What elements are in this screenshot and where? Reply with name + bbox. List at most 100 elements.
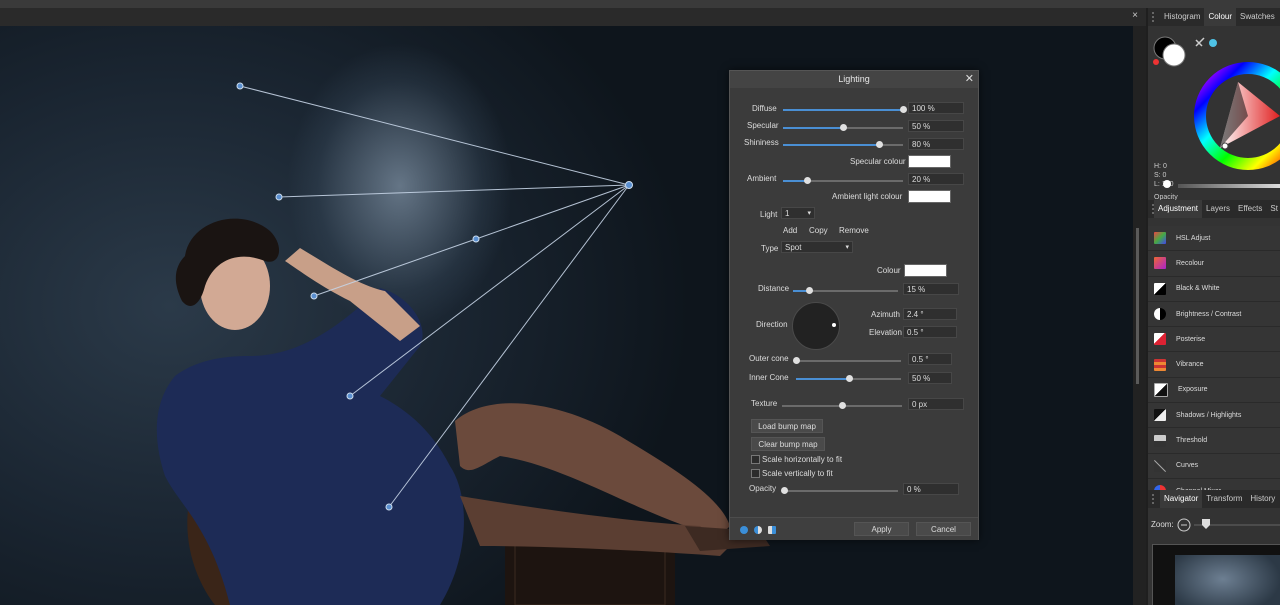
add-light-button[interactable]: Add xyxy=(783,226,797,235)
adjustment-item-black-white[interactable]: Black & White xyxy=(1148,276,1280,302)
tab-styles[interactable]: St xyxy=(1266,200,1280,218)
colour-selector-handle[interactable] xyxy=(1221,142,1229,150)
split-view-icon[interactable] xyxy=(754,526,762,534)
tab-histogram[interactable]: Histogram xyxy=(1160,8,1204,26)
cancel-button[interactable]: Cancel xyxy=(916,522,971,536)
stroke-colour-swatch-icon[interactable] xyxy=(1162,43,1186,67)
load-bump-map-button[interactable]: Load bump map xyxy=(751,419,823,433)
tab-transform[interactable]: Transform xyxy=(1202,490,1246,508)
zoom-slider-knob[interactable] xyxy=(1202,519,1210,529)
inner-cone-slider[interactable] xyxy=(796,375,901,382)
inner-cone-value[interactable]: 50 % xyxy=(908,372,952,384)
clear-bump-map-button[interactable]: Clear bump map xyxy=(751,437,825,451)
tab-adjustment[interactable]: Adjustment xyxy=(1154,200,1203,218)
light-cone-handle[interactable] xyxy=(385,503,393,511)
elevation-value[interactable]: 0.5 ° xyxy=(903,326,957,338)
slider-knob[interactable] xyxy=(805,287,813,294)
light-cone-handle[interactable] xyxy=(472,235,480,243)
outer-cone-value[interactable]: 0.5 ° xyxy=(908,353,952,365)
light-colour-swatch[interactable] xyxy=(904,264,947,277)
panel-grip-icon[interactable] xyxy=(1152,12,1160,22)
adjustment-item-hsl[interactable]: HSL Adjust xyxy=(1148,226,1280,252)
direction-handle[interactable] xyxy=(832,323,836,327)
apply-button[interactable]: Apply xyxy=(854,522,909,536)
slider-knob[interactable] xyxy=(804,177,811,184)
scale-vertical-checkbox[interactable] xyxy=(751,469,760,478)
tab-navigator[interactable]: Navigator xyxy=(1160,490,1203,508)
hue-value: H: 0 xyxy=(1154,163,1167,170)
diffuse-slider[interactable] xyxy=(783,106,907,113)
navigator-thumbnail[interactable] xyxy=(1152,544,1280,605)
distance-slider[interactable] xyxy=(793,287,898,294)
remove-light-button[interactable]: Remove xyxy=(839,226,869,235)
direction-dial[interactable] xyxy=(792,302,840,350)
adjustment-label: Exposure xyxy=(1178,386,1208,394)
distance-value[interactable]: 15 % xyxy=(903,283,959,295)
tab-history[interactable]: History xyxy=(1246,490,1279,508)
colour-label: Colour xyxy=(877,266,901,275)
shininess-slider[interactable] xyxy=(783,141,903,148)
texture-value[interactable]: 0 px xyxy=(908,398,964,410)
light-source-handle[interactable] xyxy=(625,181,633,189)
ambient-colour-swatch[interactable] xyxy=(908,190,951,203)
scale-horizontal-checkbox[interactable] xyxy=(751,455,760,464)
opacity-slider[interactable] xyxy=(781,487,898,494)
slider-knob[interactable] xyxy=(793,357,800,364)
canvas-vertical-scrollbar[interactable] xyxy=(1133,26,1146,605)
mirror-view-icon[interactable] xyxy=(768,526,776,534)
no-colour-icon[interactable] xyxy=(1153,59,1159,65)
slider-knob[interactable] xyxy=(845,375,853,382)
copy-light-button[interactable]: Copy xyxy=(809,226,828,235)
tab-colour[interactable]: Colour xyxy=(1204,8,1237,26)
close-document-icon[interactable]: × xyxy=(1132,10,1138,21)
type-dropdown[interactable]: Spot ▾ xyxy=(781,241,853,253)
light-cone-handle[interactable] xyxy=(275,193,283,201)
scale-horizontal-label: Scale horizontally to fit xyxy=(762,455,843,464)
light-dropdown[interactable]: 1 ▾ xyxy=(781,207,815,219)
adjustment-item-posterise[interactable]: Posterise xyxy=(1148,327,1280,353)
adjustment-item-curves[interactable]: Curves xyxy=(1148,453,1280,479)
diffuse-value[interactable]: 100 % xyxy=(908,102,964,114)
picker-icon[interactable] xyxy=(1195,37,1205,47)
adjustment-scrollbar[interactable] xyxy=(1136,228,1139,384)
opacity-value[interactable]: 0 % xyxy=(903,483,959,495)
slider-knob[interactable] xyxy=(840,124,847,131)
specular-slider[interactable] xyxy=(783,124,903,131)
slider-knob[interactable] xyxy=(781,487,788,494)
specular-value[interactable]: 50 % xyxy=(908,120,964,132)
close-icon[interactable]: ✕ xyxy=(965,72,974,85)
adjustment-item-exposure[interactable]: Exposure xyxy=(1148,377,1280,404)
slider-knob[interactable] xyxy=(876,141,883,148)
adjustment-list: HSL Adjust Recolour Black & White Bright… xyxy=(1148,226,1280,505)
zoom-row: Zoom: xyxy=(1148,516,1280,534)
texture-slider[interactable] xyxy=(782,402,902,409)
preview-icon[interactable] xyxy=(740,526,748,534)
outer-cone-slider[interactable] xyxy=(793,357,901,364)
adjustment-item-threshold[interactable]: Threshold xyxy=(1148,428,1280,454)
slider-knob[interactable] xyxy=(839,402,846,409)
shininess-value[interactable]: 80 % xyxy=(908,138,964,150)
slider-knob[interactable] xyxy=(900,106,907,113)
adjustment-item-vibrance[interactable]: Vibrance xyxy=(1148,352,1280,378)
picked-colour-icon xyxy=(1209,39,1217,47)
ambient-label: Ambient xyxy=(747,174,777,183)
light-cone-handle[interactable] xyxy=(310,292,318,300)
ambient-value[interactable]: 20 % xyxy=(908,173,964,185)
light-cone-handle[interactable] xyxy=(346,392,354,400)
ambient-slider[interactable] xyxy=(783,177,903,184)
type-label: Type xyxy=(761,244,779,253)
tab-layers[interactable]: Layers xyxy=(1202,200,1234,218)
lighting-dialog: Lighting ✕ Diffuse 100 % Specular 50 % S… xyxy=(729,70,979,540)
adjustment-item-brightness-contrast[interactable]: Brightness / Contrast xyxy=(1148,301,1280,328)
opacity-slider-track[interactable] xyxy=(1178,184,1280,188)
azimuth-value[interactable]: 2.4 ° xyxy=(903,308,957,320)
adjustment-item-shadows-highlights[interactable]: Shadows / Highlights xyxy=(1148,403,1280,429)
light-cone-handle[interactable] xyxy=(236,82,244,90)
adjustment-item-recolour[interactable]: Recolour xyxy=(1148,251,1280,277)
scale-vertical-label: Scale vertically to fit xyxy=(762,469,833,478)
opacity-slider-knob[interactable] xyxy=(1163,180,1171,188)
panel-grip-icon[interactable] xyxy=(1152,494,1160,504)
tab-effects[interactable]: Effects xyxy=(1234,200,1266,218)
specular-colour-swatch[interactable] xyxy=(908,155,951,168)
tab-swatches[interactable]: Swatches xyxy=(1236,8,1279,26)
